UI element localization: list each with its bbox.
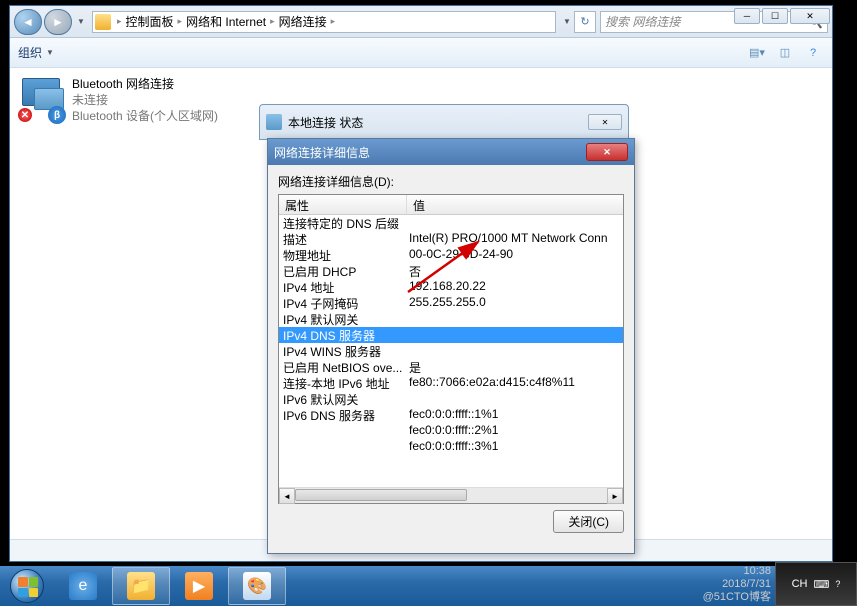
view-controls: ▤▾ ◫ ? <box>746 43 824 63</box>
close-button[interactable]: 关闭(C) <box>553 510 624 533</box>
folder-icon <box>95 14 111 30</box>
nav-toolbar: ◄ ► ▼ ▸ 控制面板 ▸ 网络和 Internet ▸ 网络连接 ▸ ▼ ↻… <box>10 6 832 38</box>
preview-pane-button[interactable]: ◫ <box>774 43 796 63</box>
table-row[interactable]: IPv4 地址192.168.20.22 <box>279 279 623 295</box>
table-row[interactable]: 连接-本地 IPv6 地址fe80::7066:e02a:d415:c4f8%1… <box>279 375 623 391</box>
table-row[interactable]: IPv4 DNS 服务器 <box>279 327 623 343</box>
status-dialog-title: 本地连接 状态 ✕ <box>259 104 629 140</box>
maximize-button[interactable]: ☐ <box>762 8 788 24</box>
details-label: 网络连接详细信息(D): <box>278 173 624 190</box>
help-button[interactable]: ? <box>802 43 824 63</box>
bc-item-0[interactable]: 控制面板 <box>124 13 176 30</box>
search-placeholder: 搜索 网络连接 <box>605 13 680 30</box>
adapter-name: Bluetooth 网络连接 <box>72 76 218 92</box>
table-row[interactable]: IPv4 子网掩码255.255.255.0 <box>279 295 623 311</box>
taskbar-explorer[interactable]: 📁 <box>112 567 170 605</box>
close-button[interactable]: ✕ <box>790 8 830 24</box>
adapter-icon: ✕ β <box>18 76 66 124</box>
table-row[interactable]: IPv4 WINS 服务器 <box>279 343 623 359</box>
organize-bar: 组织 ▼ ▤▾ ◫ ? <box>10 38 832 68</box>
bluetooth-icon: β <box>48 106 66 124</box>
organize-button[interactable]: 组织 <box>18 44 42 61</box>
nav-history-drop[interactable]: ▼ <box>74 12 88 32</box>
window-controls: ─ ☐ ✕ <box>732 6 832 26</box>
table-row[interactable]: 已启用 NetBIOS ove...是 <box>279 359 623 375</box>
ime-options-icon[interactable]: ⌨ <box>813 578 829 591</box>
dialog-titlebar: 网络连接详细信息 ✕ <box>268 139 634 165</box>
scroll-right-button[interactable]: ► <box>607 488 623 504</box>
start-button[interactable] <box>0 566 54 606</box>
forward-button[interactable]: ► <box>44 9 72 35</box>
minimize-button[interactable]: ─ <box>734 8 760 24</box>
table-row[interactable]: fec0:0:0:ffff::3%1 <box>279 439 623 455</box>
view-options-button[interactable]: ▤▾ <box>746 43 768 63</box>
back-button[interactable]: ◄ <box>14 9 42 35</box>
media-icon: ▶ <box>185 572 213 600</box>
refresh-button[interactable]: ↻ <box>574 11 596 33</box>
taskbar-paint[interactable]: 🎨 <box>228 567 286 605</box>
table-row[interactable]: IPv4 默认网关 <box>279 311 623 327</box>
dialog-close-button[interactable]: ✕ <box>586 143 628 161</box>
table-row[interactable]: 描述Intel(R) PRO/1000 MT Network Conn <box>279 231 623 247</box>
taskbar-media[interactable]: ▶ <box>170 567 228 605</box>
adapter-item-bluetooth[interactable]: ✕ β Bluetooth 网络连接 未连接 Bluetooth 设备(个人区域… <box>18 76 228 531</box>
ime-toolbar[interactable]: CH ⌨ ? <box>775 562 857 606</box>
disconnected-x-icon: ✕ <box>18 108 32 122</box>
windows-orb-icon <box>10 569 44 603</box>
table-row[interactable]: 已启用 DHCP否 <box>279 263 623 279</box>
path-drop[interactable]: ▼ <box>560 12 574 32</box>
adapter-status: 未连接 <box>72 92 218 108</box>
scroll-thumb[interactable] <box>295 489 467 501</box>
list-header: 属性 值 <box>279 195 623 215</box>
horizontal-scrollbar[interactable]: ◄ ► <box>279 487 623 503</box>
table-row[interactable]: fec0:0:0:ffff::2%1 <box>279 423 623 439</box>
bc-item-1[interactable]: 网络和 Internet <box>184 13 268 30</box>
bc-item-2[interactable]: 网络连接 <box>277 13 329 30</box>
taskbar-ie[interactable]: e <box>54 567 112 605</box>
table-row[interactable]: 连接特定的 DNS 后缀 <box>279 215 623 231</box>
scroll-left-button[interactable]: ◄ <box>279 488 295 504</box>
col-property[interactable]: 属性 <box>279 195 407 214</box>
ime-help-icon[interactable]: ? <box>835 579 840 589</box>
watermark: 10:38 2018/7/31 @51CTO博客 <box>703 565 771 604</box>
network-details-dialog: 网络连接详细信息 ✕ 网络连接详细信息(D): 属性 值 连接特定的 DNS 后… <box>267 138 635 554</box>
ie-icon: e <box>69 572 97 600</box>
organize-drop-icon[interactable]: ▼ <box>46 48 54 57</box>
adapter-device: Bluetooth 设备(个人区域网) <box>72 108 218 124</box>
col-value[interactable]: 值 <box>407 195 623 214</box>
folder-icon: 📁 <box>127 572 155 600</box>
table-row[interactable]: IPv6 默认网关 <box>279 391 623 407</box>
breadcrumb[interactable]: ▸ 控制面板 ▸ 网络和 Internet ▸ 网络连接 ▸ <box>92 11 556 33</box>
table-row[interactable]: IPv6 DNS 服务器fec0:0:0:ffff::1%1 <box>279 407 623 423</box>
status-close-button[interactable]: ✕ <box>588 114 622 130</box>
table-row[interactable]: 物理地址00-0C-29-3D-24-90 <box>279 247 623 263</box>
network-icon <box>266 114 282 130</box>
paint-icon: 🎨 <box>243 572 271 600</box>
details-listview[interactable]: 属性 值 连接特定的 DNS 后缀描述Intel(R) PRO/1000 MT … <box>278 194 624 504</box>
lang-indicator[interactable]: CH <box>792 578 808 590</box>
